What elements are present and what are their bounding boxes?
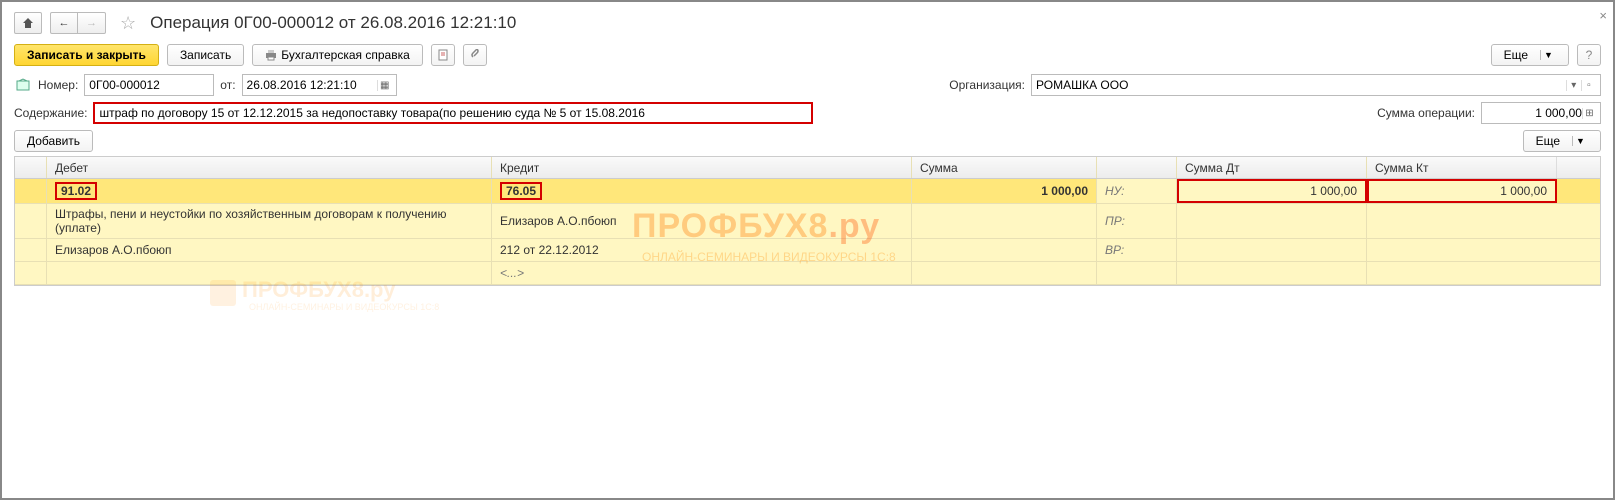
table-more-label: Еще: [1536, 134, 1560, 148]
save-and-close-button[interactable]: Записать и закрыть: [14, 44, 159, 66]
content-label: Содержание:: [14, 106, 87, 120]
credit-analytics: <...>: [492, 262, 912, 284]
row-tag: НУ:: [1097, 179, 1177, 203]
debit-analytics: Елизаров А.О.пбоюп: [47, 239, 492, 261]
org-label: Организация:: [949, 78, 1025, 92]
credit-analytics: 212 от 22.12.2012: [492, 239, 912, 261]
favorite-star-icon[interactable]: ☆: [120, 13, 136, 34]
col-debit[interactable]: Дебет: [47, 157, 492, 178]
postings-grid: Дебет Кредит Сумма Сумма Дт Сумма Кт 91.…: [14, 156, 1601, 286]
attach-icon-button[interactable]: [463, 44, 487, 66]
table-row[interactable]: <...>: [15, 262, 1600, 285]
credit-analytics: Елизаров А.О.пбоюп: [492, 204, 912, 238]
app-window: × ← → ☆ Операция 0Г00-000012 от 26.08.20…: [0, 0, 1615, 500]
note-icon: [14, 76, 32, 94]
watermark-sub: ОНЛАЙН-СЕМИНАРЫ И ВИДЕОКУРСЫ 1С:8: [249, 302, 439, 312]
col-sum[interactable]: Сумма: [912, 157, 1097, 178]
debit-analytics: Штрафы, пени и неустойки по хозяйственны…: [47, 204, 492, 238]
home-button[interactable]: [14, 12, 42, 34]
row-tag: ПР:: [1097, 204, 1177, 238]
save-button[interactable]: Записать: [167, 44, 244, 66]
calendar-icon[interactable]: ▦: [377, 80, 392, 91]
more-label: Еще: [1504, 48, 1528, 62]
row-sum: 1 000,00: [912, 179, 1097, 203]
debit-account: 91.02: [55, 182, 97, 200]
header-fields-row2: Содержание: Сумма операции: ⊞: [14, 102, 1601, 124]
credit-account: 76.05: [500, 182, 542, 200]
select-icon[interactable]: ▾: [1566, 80, 1581, 91]
col-sum-dt[interactable]: Сумма Дт: [1177, 157, 1367, 178]
open-icon[interactable]: ▫: [1581, 80, 1596, 91]
operation-sum-label: Сумма операции:: [1377, 106, 1475, 120]
back-button[interactable]: ←: [50, 12, 78, 34]
org-input[interactable]: ▾ ▫: [1031, 74, 1601, 96]
row-sum-dt: 1 000,00: [1177, 179, 1367, 203]
header-fields-row1: Номер: от: ▦ Организация: ▾ ▫: [14, 74, 1601, 96]
table-row[interactable]: 91.02 76.05 1 000,00 НУ: 1 000,00 1 000,…: [15, 179, 1600, 204]
content-input[interactable]: [93, 102, 813, 124]
title-bar: ← → ☆ Операция 0Г00-000012 от 26.08.2016…: [14, 12, 1601, 34]
page-title: Операция 0Г00-000012 от 26.08.2016 12:21…: [150, 13, 516, 33]
add-row-button[interactable]: Добавить: [14, 130, 93, 152]
main-toolbar: Записать и закрыть Записать Бухгалтерска…: [14, 44, 1601, 66]
table-toolbar: Добавить Еще ▼: [14, 130, 1601, 152]
row-tag: ВР:: [1097, 239, 1177, 261]
printer-icon: [265, 49, 277, 61]
number-input[interactable]: [84, 74, 214, 96]
number-label: Номер:: [38, 78, 78, 92]
grid-body: 91.02 76.05 1 000,00 НУ: 1 000,00 1 000,…: [15, 179, 1600, 285]
chevron-down-icon: ▼: [1540, 50, 1556, 60]
help-button[interactable]: ?: [1577, 44, 1601, 66]
document-icon: [437, 49, 449, 61]
operation-sum-input[interactable]: ⊞: [1481, 102, 1601, 124]
report-icon-button[interactable]: [431, 44, 455, 66]
accounting-reference-label: Бухгалтерская справка: [281, 48, 410, 62]
close-icon[interactable]: ×: [1599, 8, 1607, 23]
forward-button[interactable]: →: [78, 12, 106, 34]
date-label: от:: [220, 78, 235, 92]
calculator-icon[interactable]: ⊞: [1582, 108, 1596, 119]
col-sum-kt[interactable]: Сумма Кт: [1367, 157, 1557, 178]
paperclip-icon: [469, 49, 481, 61]
table-more-button[interactable]: Еще ▼: [1523, 130, 1601, 152]
nav-back-forward: ← →: [50, 12, 106, 34]
date-input[interactable]: ▦: [242, 74, 397, 96]
chevron-down-icon: ▼: [1572, 136, 1588, 146]
grid-header: Дебет Кредит Сумма Сумма Дт Сумма Кт: [15, 157, 1600, 179]
table-row[interactable]: Штрафы, пени и неустойки по хозяйственны…: [15, 204, 1600, 239]
row-sum-kt: 1 000,00: [1367, 179, 1557, 203]
more-button[interactable]: Еще ▼: [1491, 44, 1569, 66]
accounting-reference-button[interactable]: Бухгалтерская справка: [252, 44, 423, 66]
table-row[interactable]: Елизаров А.О.пбоюп 212 от 22.12.2012 ВР:: [15, 239, 1600, 262]
col-credit[interactable]: Кредит: [492, 157, 912, 178]
